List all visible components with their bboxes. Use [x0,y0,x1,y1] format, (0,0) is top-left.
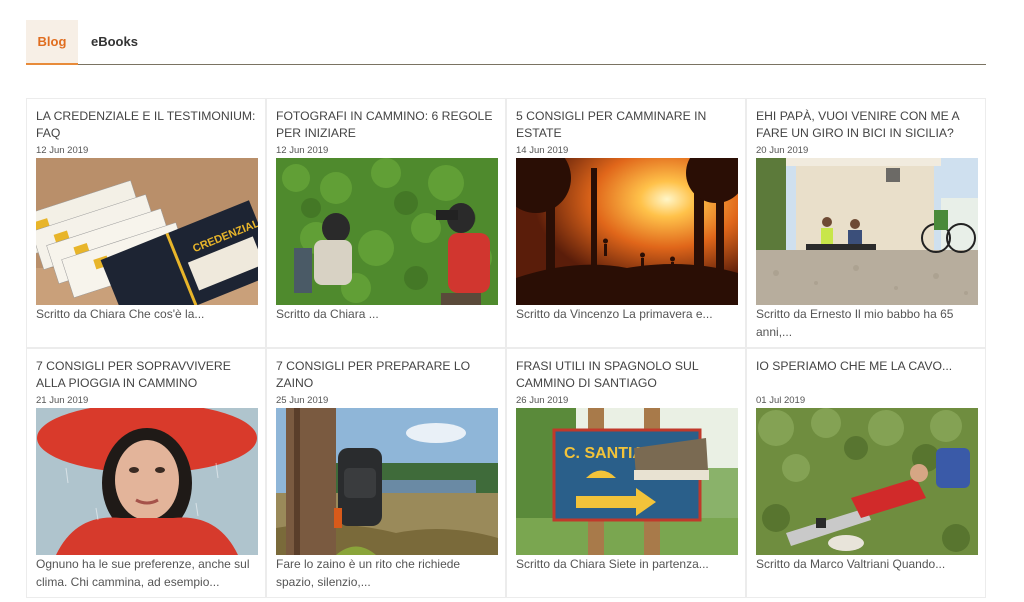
photographers-ivy-wall-photo [276,158,498,305]
post-date: 20 Jun 2019 [756,145,809,156]
cyclists-resting-photo [756,158,978,305]
hiker-napping-grass-photo [756,408,978,555]
post-excerpt: Scritto da Vincenzo La primavera e... [516,307,713,321]
post-card[interactable]: 7 CONSIGLI PER SOPRAVVIVERE ALLA PIOGGIA… [26,348,266,598]
post-date: 26 Jun 2019 [516,395,569,406]
sunset-forest-walkers-photo [516,158,738,305]
tab-blog[interactable]: Blog [26,20,78,65]
post-title[interactable]: 7 CONSIGLI PER PREPARARE LO ZAINO [276,358,500,392]
post-excerpt: Scritto da Chiara Siete in partenza... [516,557,709,571]
post-image[interactable] [36,408,258,555]
post-card[interactable]: FRASI UTILI IN SPAGNOLO SUL CAMMINO DI S… [506,348,746,598]
post-card[interactable]: 7 CONSIGLI PER PREPARARE LO ZAINO 25 Jun… [266,348,506,598]
santiago-sign-boot-photo: C. SANTIAGO [516,408,738,555]
post-excerpt: Fare lo zaino è un rito che richiede spa… [276,557,461,589]
post-image[interactable] [756,158,978,305]
post-title[interactable]: FOTOGRAFI IN CAMMINO: 6 REGOLE PER INIZI… [276,108,500,142]
post-card[interactable]: EHI PAPÀ, VUOI VENIRE CON ME A FARE UN G… [746,98,986,348]
post-date: 21 Jun 2019 [36,395,89,406]
post-image[interactable]: C. SANTIAGO [516,408,738,555]
post-date: 14 Jun 2019 [516,145,569,156]
post-title[interactable]: 7 CONSIGLI PER SOPRAVVIVERE ALLA PIOGGIA… [36,358,260,392]
post-image[interactable] [516,158,738,305]
tab-ebooks[interactable]: eBooks [91,20,151,64]
post-card[interactable]: IO SPERIAMO CHE ME LA CAVO... 01 Jul 201… [746,348,986,598]
post-card[interactable]: FOTOGRAFI IN CAMMINO: 6 REGOLE PER INIZI… [266,98,506,348]
woman-in-rain-photo [36,408,258,555]
post-image[interactable] [756,408,978,555]
post-excerpt: Scritto da Chiara ... [276,307,379,321]
post-date: 12 Jun 2019 [36,145,89,156]
post-image[interactable] [276,158,498,305]
post-title[interactable]: FRASI UTILI IN SPAGNOLO SUL CAMMINO DI S… [516,358,740,392]
post-excerpt: Scritto da Ernesto Il mio babbo ha 65 an… [756,307,954,339]
backpack-by-lake-photo [276,408,498,555]
post-excerpt: Scritto da Marco Valtriani Quando... [756,557,946,571]
post-card[interactable]: LA CREDENZIALE E IL TESTIMONIUM: FAQ 12 … [26,98,266,348]
blog-post-grid: LA CREDENZIALE E IL TESTIMONIUM: FAQ 12 … [26,98,986,598]
post-card[interactable]: 5 CONSIGLI PER CAMMINARE IN ESTATE 14 Ju… [506,98,746,348]
post-excerpt: Ognuno ha le sue preferenze, anche sul c… [36,557,250,589]
post-date: 25 Jun 2019 [276,395,329,406]
post-date: 01 Jul 2019 [756,395,806,406]
post-image[interactable] [276,408,498,555]
post-title[interactable]: IO SPERIAMO CHE ME LA CAVO... [756,358,980,375]
tab-bar: Blog eBooks [26,20,986,65]
post-title[interactable]: 5 CONSIGLI PER CAMMINARE IN ESTATE [516,108,740,142]
credenziale-booklets-photo: CREDENZIALE [36,158,258,305]
post-title[interactable]: EHI PAPÀ, VUOI VENIRE CON ME A FARE UN G… [756,108,980,142]
post-date: 12 Jun 2019 [276,145,329,156]
post-excerpt: Scritto da Chiara Che cos'è la... [36,307,205,321]
post-title[interactable]: LA CREDENZIALE E IL TESTIMONIUM: FAQ [36,108,260,142]
post-image[interactable]: CREDENZIALE [36,158,258,305]
